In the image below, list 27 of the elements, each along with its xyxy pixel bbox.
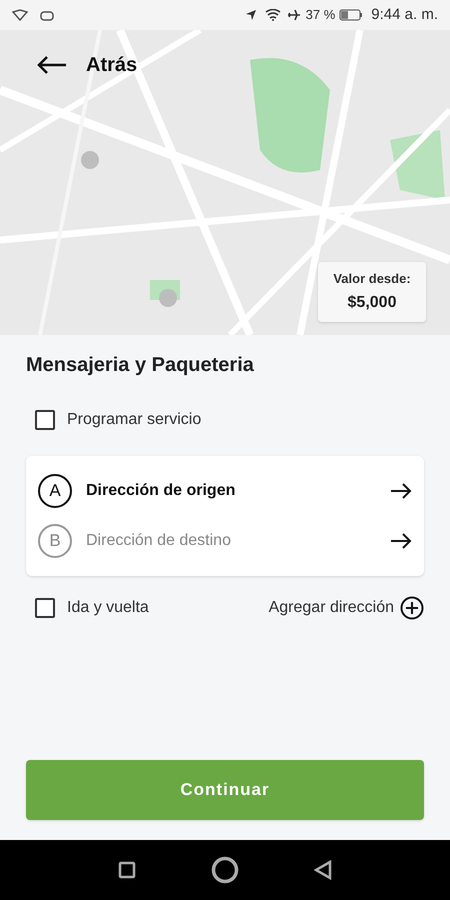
address-row[interactable]: B Dirección de destino: [26, 516, 424, 566]
price-label: Valor desde:: [333, 270, 411, 288]
checkbox[interactable]: [35, 410, 55, 430]
price-value: $5,000: [348, 292, 396, 313]
arrow-right-icon: [390, 533, 412, 549]
checkbox-label: Ida y vuelta: [67, 598, 149, 618]
service-title: Mensajeria y Paqueteria: [26, 353, 255, 378]
address-label: Dirección de destino: [86, 531, 232, 551]
triangle-icon[interactable]: [314, 860, 332, 880]
wifi-icon: [264, 9, 281, 21]
checkbox[interactable]: [35, 598, 55, 618]
add-address-button[interactable]: Agregar dirección: [268, 596, 424, 620]
network-icon: [12, 9, 28, 21]
circle-icon[interactable]: [210, 856, 239, 884]
checkbox-label: Programar servicio: [67, 410, 202, 430]
address-label: Dirección de origen: [86, 481, 236, 501]
back-button[interactable]: Atrás: [36, 50, 138, 80]
plus-circle-icon: [400, 596, 424, 620]
arrow-right-icon: [390, 483, 412, 499]
battery-icon: [339, 9, 364, 21]
location-icon: [244, 9, 257, 21]
address-row[interactable]: A Dirección de origen: [26, 466, 424, 516]
clock: 9:44 a. m.: [371, 4, 438, 25]
battery-percent: 37 %: [306, 6, 336, 24]
square-icon[interactable]: [118, 861, 136, 879]
back-arrow-icon: [36, 55, 68, 75]
airplane-icon: [286, 8, 301, 22]
